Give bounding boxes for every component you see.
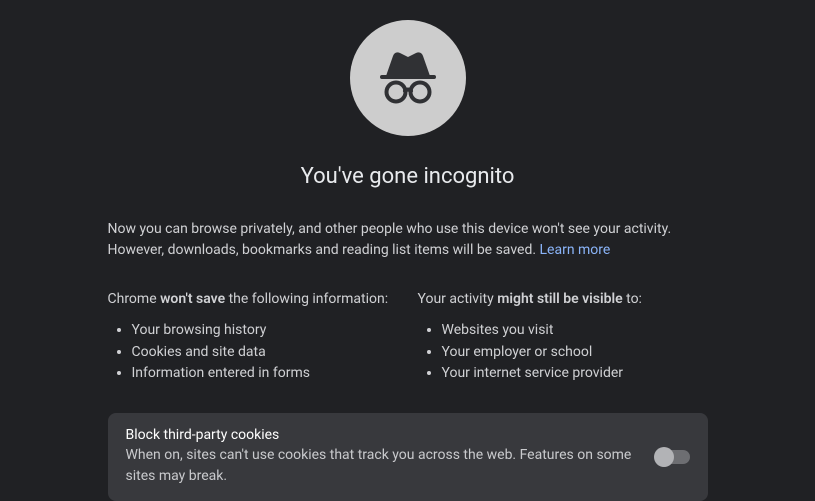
list-item: Websites you visit: [442, 320, 708, 342]
block-cookies-panel: Block third-party cookies When on, sites…: [108, 413, 708, 501]
page-title: You've gone incognito: [108, 164, 708, 189]
wont-save-column: Chrome won't save the following informat…: [108, 289, 398, 385]
visible-to-heading: Your activity might still be visible to:: [418, 289, 708, 310]
incognito-icon-wrap: [108, 20, 708, 136]
block-cookies-toggle[interactable]: [656, 450, 690, 464]
visible-to-column: Your activity might still be visible to:…: [418, 289, 708, 385]
list-item: Your browsing history: [132, 320, 398, 342]
toggle-knob: [654, 447, 674, 467]
intro-text: Now you can browse privately, and other …: [108, 219, 708, 261]
visible-to-list: Websites you visit Your employer or scho…: [418, 320, 708, 385]
block-cookies-title: Block third-party cookies: [126, 427, 632, 443]
info-columns: Chrome won't save the following informat…: [108, 289, 708, 385]
wont-save-list: Your browsing history Cookies and site d…: [108, 320, 398, 385]
heading-post: the following information:: [225, 291, 388, 307]
list-item: Information entered in forms: [132, 363, 398, 385]
block-cookies-text: Block third-party cookies When on, sites…: [126, 427, 632, 487]
heading-pre: Your activity: [418, 291, 498, 307]
list-item: Your internet service provider: [442, 363, 708, 385]
heading-bold: won't save: [160, 291, 225, 307]
heading-bold: might still be visible: [497, 291, 622, 307]
incognito-page: You've gone incognito Now you can browse…: [108, 0, 708, 501]
heading-post: to:: [623, 291, 642, 307]
block-cookies-desc: When on, sites can't use cookies that tr…: [126, 445, 632, 487]
heading-pre: Chrome: [108, 291, 161, 307]
list-item: Your employer or school: [442, 342, 708, 364]
list-item: Cookies and site data: [132, 342, 398, 364]
wont-save-heading: Chrome won't save the following informat…: [108, 289, 398, 310]
learn-more-link[interactable]: Learn more: [540, 242, 611, 258]
incognito-icon: [350, 20, 466, 136]
